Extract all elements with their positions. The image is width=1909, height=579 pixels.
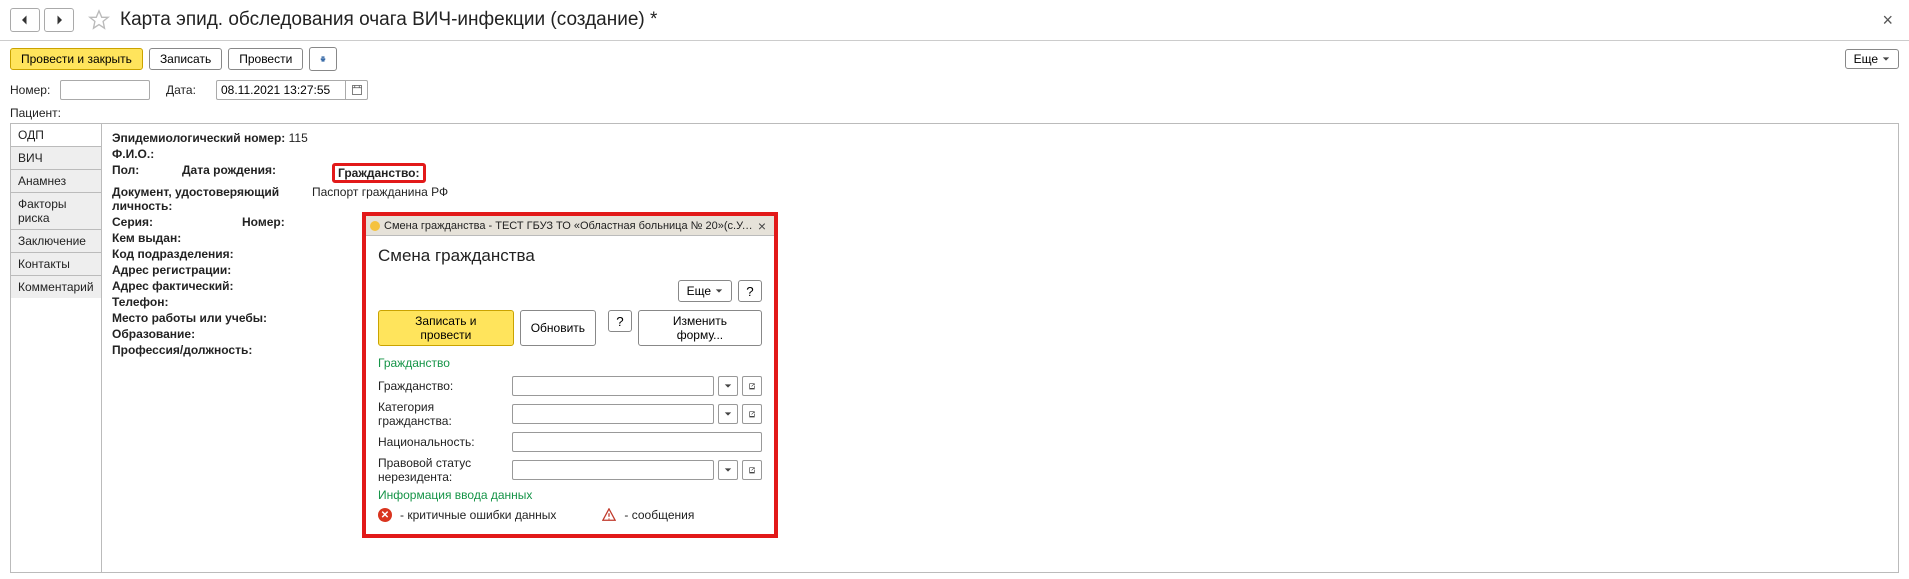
arrow-left-icon [19, 14, 31, 26]
main-more-label: Еще [1854, 52, 1878, 66]
favorite-star-icon[interactable] [88, 9, 110, 31]
calendar-icon [351, 84, 363, 96]
chevron-down-icon [1882, 55, 1890, 63]
field-nonres-input[interactable] [512, 460, 714, 480]
modal-change-form-button[interactable]: Изменить форму... [638, 310, 762, 346]
field-citizenship-label: Гражданство: [378, 379, 508, 393]
field-nationality-input[interactable] [512, 432, 762, 452]
tab-comment[interactable]: Комментарий [11, 276, 101, 298]
modal-refresh-button[interactable]: Обновить [520, 310, 596, 346]
field-nonres-open[interactable] [742, 460, 762, 480]
fio-label: Ф.И.О.: [112, 147, 154, 161]
field-category-input[interactable] [512, 404, 714, 424]
date-label: Дата: [166, 83, 210, 97]
modal-save-post-button[interactable]: Записать и провести [378, 310, 514, 346]
field-category-dropdown[interactable] [718, 404, 738, 424]
field-nationality-label: Национальность: [378, 435, 508, 449]
modal-titlebar[interactable]: Смена гражданства - ТЕСТ ГБУЗ ТО «Област… [366, 216, 774, 236]
fact-addr-label: Адрес фактический: [112, 279, 233, 293]
message-icon [602, 508, 616, 522]
save-button[interactable]: Записать [149, 48, 222, 70]
modal-window-title: Смена гражданства - ТЕСТ ГБУЗ ТО «Област… [384, 220, 754, 232]
post-button[interactable]: Провести [228, 48, 303, 70]
tab-contacts[interactable]: Контакты [11, 253, 101, 276]
modal-heading: Смена гражданства [378, 246, 762, 266]
tab-anamnez[interactable]: Анамнез [11, 170, 101, 193]
close-page-button[interactable]: × [1876, 10, 1899, 31]
modal-help-button[interactable]: ? [608, 310, 632, 332]
citizenship-modal: Смена гражданства - ТЕСТ ГБУЗ ТО «Област… [362, 212, 778, 538]
edu-label: Образование: [112, 327, 195, 341]
id-doc-value: Паспорт гражданина РФ [312, 185, 448, 213]
tab-risk-factors[interactable]: Факторы риска [11, 193, 101, 230]
date-picker-button[interactable] [346, 80, 368, 100]
nav-back-button[interactable] [10, 8, 40, 32]
tab-odp[interactable]: ОДП [11, 124, 101, 147]
printer-icon [320, 52, 326, 66]
dob-label: Дата рождения: [182, 163, 276, 177]
epid-value: 115 [289, 131, 308, 145]
main-more-button[interactable]: Еще [1845, 49, 1899, 69]
field-citizenship-dropdown[interactable] [718, 376, 738, 396]
prof-label: Профессия/должность: [112, 343, 252, 357]
error-icon: ✕ [378, 508, 392, 522]
id-doc-label: Документ, удостоверяющий личность: [112, 185, 279, 213]
modal-help-button-top[interactable]: ? [738, 280, 762, 302]
post-and-close-button[interactable]: Провести и закрыть [10, 48, 143, 70]
open-icon [748, 410, 756, 418]
patient-label: Пациент: [10, 106, 61, 120]
field-nonres-dropdown[interactable] [718, 460, 738, 480]
issued-by-label: Кем выдан: [112, 231, 181, 245]
field-nonres-label: Правовой статус нерезидента: [378, 456, 508, 484]
modal-section-info: Информация ввода данных [378, 488, 762, 502]
modal-close-button[interactable]: × [754, 218, 770, 234]
work-label: Место работы или учебы: [112, 311, 267, 325]
open-icon [748, 382, 756, 390]
modal-section-citizenship: Гражданство [378, 356, 762, 370]
doc-number-label: Номер: [242, 215, 285, 229]
number-label: Номер: [10, 83, 54, 97]
tab-vich[interactable]: ВИЧ [11, 147, 101, 170]
reg-addr-label: Адрес регистрации: [112, 263, 231, 277]
sex-label: Пол: [112, 163, 139, 177]
field-citizenship-input[interactable] [512, 376, 714, 396]
field-citizenship-open[interactable] [742, 376, 762, 396]
citizenship-label: Гражданство: [338, 166, 420, 180]
field-category-open[interactable] [742, 404, 762, 424]
open-icon [748, 466, 756, 474]
modal-more-button[interactable]: Еще [678, 280, 732, 302]
print-button[interactable] [309, 47, 337, 71]
modal-more-label: Еще [687, 284, 711, 298]
legend-message-text: - сообщения [624, 508, 694, 522]
legend-error-text: - критичные ошибки данных [400, 508, 556, 522]
phone-label: Телефон: [112, 295, 168, 309]
nav-forward-button[interactable] [44, 8, 74, 32]
chevron-down-icon [715, 287, 723, 295]
tab-conclusion[interactable]: Заключение [11, 230, 101, 253]
series-label: Серия: [112, 215, 153, 229]
side-tab-list: ОДП ВИЧ Анамнез Факторы риска Заключение… [10, 123, 102, 573]
arrow-right-icon [53, 14, 65, 26]
date-input[interactable] [216, 80, 346, 100]
app-dot-icon [370, 221, 380, 231]
field-category-label: Категория гражданства: [378, 400, 508, 428]
page-title: Карта эпид. обследования очага ВИЧ-инфек… [120, 9, 657, 31]
dept-code-label: Код подразделения: [112, 247, 234, 261]
epid-label: Эпидемиологический номер: [112, 131, 285, 145]
number-input[interactable] [60, 80, 150, 100]
content-panel: Эпидемиологический номер: 115 Ф.И.О.: По… [102, 123, 1899, 573]
